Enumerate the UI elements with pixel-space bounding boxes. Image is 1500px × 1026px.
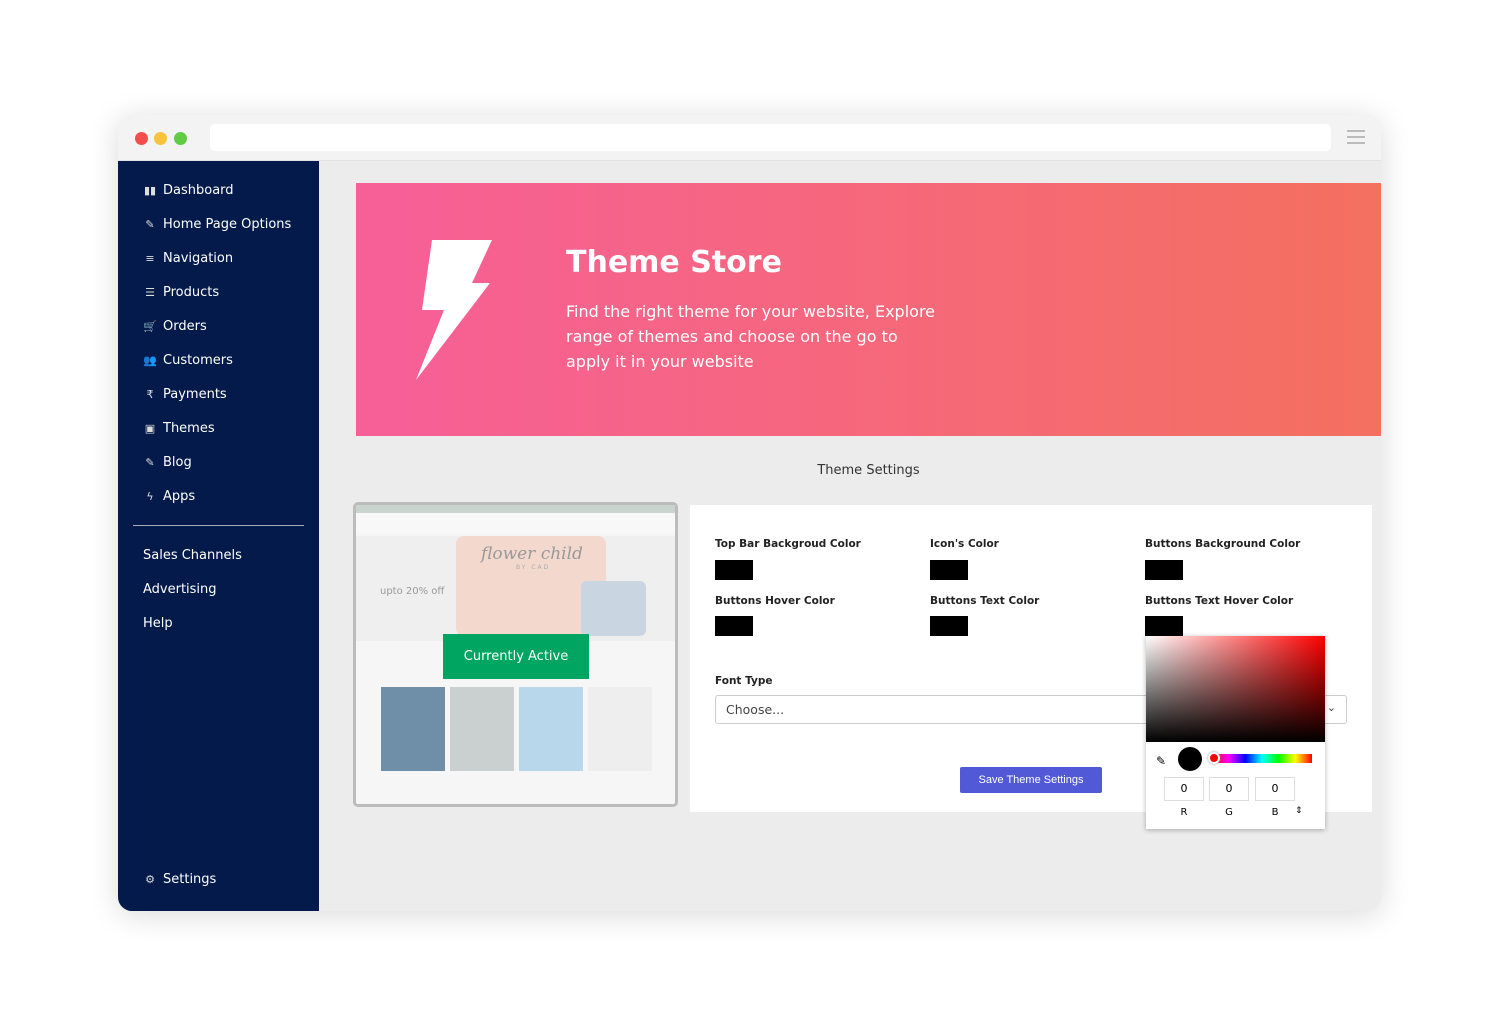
preview-promo-text: upto 20% off <box>380 586 445 597</box>
sidebar-item-label: Payments <box>163 387 227 402</box>
address-bar[interactable] <box>210 124 1331 151</box>
hue-slider-handle[interactable] <box>1208 752 1220 764</box>
color-label: Buttons Hover Color <box>715 595 835 607</box>
save-theme-settings-button[interactable]: Save Theme Settings <box>960 767 1102 793</box>
font-type-value: Choose... <box>726 702 785 717</box>
blue-input[interactable]: 0 <box>1255 777 1295 801</box>
preview-hero-image: flower child BY CAD upto 20% off <box>356 536 675 641</box>
saturation-area[interactable] <box>1146 636 1325 742</box>
gear-icon: ⚙ <box>145 873 155 886</box>
sidebar-item-navigation[interactable]: ≡ Navigation <box>143 251 233 266</box>
sidebar: ▮▮ Dashboard ✎ Home Page Options ≡ Navigati… <box>118 161 319 911</box>
maximize-window-button[interactable] <box>174 132 187 145</box>
color-label: Buttons Background Color <box>1145 538 1301 550</box>
button-hover-color-swatch[interactable] <box>715 616 753 636</box>
cart-icon: 🛒 <box>143 320 157 333</box>
section-title: Theme Settings <box>817 463 920 478</box>
close-window-button[interactable] <box>135 132 148 145</box>
button-text-hover-color-swatch[interactable] <box>1145 616 1183 636</box>
menu-icon[interactable] <box>1347 130 1365 148</box>
minimize-window-button[interactable] <box>154 132 167 145</box>
font-type-label: Font Type <box>715 675 773 687</box>
product-thumbnail <box>450 687 514 771</box>
theme-store-banner: Theme Store Find the right theme for you… <box>356 183 1381 436</box>
icon-color-swatch[interactable] <box>930 560 968 580</box>
banner-description: Find the right theme for your website, E… <box>566 302 936 371</box>
sidebar-item-products[interactable]: ☰ Products <box>143 285 219 300</box>
sidebar-item-sales-channels[interactable]: Sales Channels <box>143 548 242 563</box>
currently-active-badge: Currently Active <box>443 634 589 679</box>
button-text-color-swatch[interactable] <box>930 616 968 636</box>
preview-brand-sub: BY CAD <box>516 564 551 571</box>
chevron-down-icon: ⌄ <box>1326 701 1336 714</box>
color-picker-popover: ✎ 0 0 0 R G B ⇕ <box>1146 636 1325 829</box>
browser-window: ▮▮ Dashboard ✎ Home Page Options ≡ Navigati… <box>118 115 1381 911</box>
sidebar-item-payments[interactable]: ₹ Payments <box>143 387 227 402</box>
color-label: Icon's Color <box>930 538 999 550</box>
sidebar-item-label: Blog <box>163 455 192 470</box>
sidebar-item-home-page-options[interactable]: ✎ Home Page Options <box>143 217 291 232</box>
red-input[interactable]: 0 <box>1164 777 1204 801</box>
dashboard-icon: ▮▮ <box>143 184 157 197</box>
sidebar-item-label: Customers <box>163 353 233 368</box>
button-bg-color-swatch[interactable] <box>1145 560 1183 580</box>
divider <box>133 525 304 526</box>
toggle-format-icon[interactable]: ⇕ <box>1295 806 1303 816</box>
color-label: Buttons Text Color <box>930 595 1040 607</box>
bars-icon: ≡ <box>145 252 155 265</box>
product-thumbnail <box>519 687 583 771</box>
sidebar-item-label: Navigation <box>163 251 234 266</box>
sidebar-item-label: Products <box>163 285 220 300</box>
themes-icon: ▣ <box>144 422 156 435</box>
sidebar-item-blog[interactable]: ✎ Blog <box>143 455 192 470</box>
sidebar-item-label: Settings <box>163 872 217 887</box>
product-thumbnail <box>381 687 445 771</box>
eyedropper-icon[interactable]: ✎ <box>1156 754 1166 768</box>
sidebar-item-themes[interactable]: ▣ Themes <box>143 421 215 436</box>
page-title: Theme Store <box>566 245 782 280</box>
sidebar-item-label: Themes <box>163 421 215 436</box>
bolt-icon: ϟ <box>146 490 154 503</box>
lightning-bolt-icon <box>416 240 492 380</box>
sidebar-item-settings[interactable]: ⚙ Settings <box>143 872 216 887</box>
sidebar-item-label: Apps <box>163 489 196 504</box>
green-input[interactable]: 0 <box>1209 777 1249 801</box>
color-label: Buttons Text Hover Color <box>1145 595 1294 607</box>
sidebar-item-dashboard[interactable]: ▮▮ Dashboard <box>143 183 234 198</box>
theme-preview-card[interactable]: flower child BY CAD upto 20% off Current… <box>353 502 678 807</box>
rupee-icon: ₹ <box>146 388 154 401</box>
edit-icon: ✎ <box>145 456 155 469</box>
title-bar <box>118 115 1381 161</box>
list-icon: ☰ <box>145 286 155 299</box>
color-preview-circle <box>1178 747 1202 771</box>
hue-slider[interactable] <box>1208 752 1312 764</box>
top-bar-color-swatch[interactable] <box>715 560 753 580</box>
sidebar-item-label: Home Page Options <box>163 217 292 232</box>
sidebar-item-apps[interactable]: ϟ Apps <box>143 489 195 504</box>
sidebar-item-label: Dashboard <box>163 183 234 198</box>
red-label: R <box>1180 807 1188 818</box>
preview-brand-text: flower child <box>481 544 583 564</box>
color-label: Top Bar Backgroud Color <box>715 538 861 550</box>
sidebar-item-label: Orders <box>163 319 207 334</box>
blue-label: B <box>1271 807 1279 818</box>
green-label: G <box>1225 807 1233 818</box>
sidebar-item-orders[interactable]: 🛒 Orders <box>143 319 207 334</box>
product-thumbnail <box>588 687 652 771</box>
edit-icon: ✎ <box>145 218 155 231</box>
sidebar-item-advertising[interactable]: Advertising <box>143 582 217 597</box>
sidebar-item-help[interactable]: Help <box>143 616 173 631</box>
users-icon: 👥 <box>143 354 157 367</box>
sidebar-item-customers[interactable]: 👥 Customers <box>143 353 233 368</box>
